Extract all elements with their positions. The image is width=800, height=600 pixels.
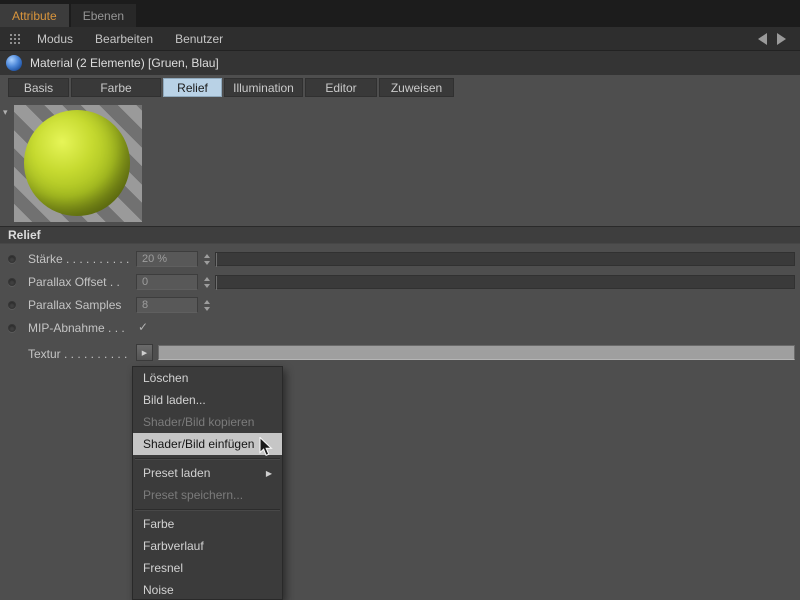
slider-fill: [216, 253, 217, 267]
row-textur: Textur . . . . . . . . . . ▶: [0, 343, 800, 365]
menu-item-farbe[interactable]: Farbe: [133, 513, 282, 535]
material-channel-tabs: Basis Farbe Relief Illumination Editor Z…: [0, 75, 800, 100]
history-back-icon[interactable]: [758, 32, 767, 45]
row-mip-abnahme: MIP-Abnahme . . . ✓: [0, 317, 800, 340]
tab-basis[interactable]: Basis: [8, 78, 69, 97]
tab-illumination[interactable]: Illumination: [224, 78, 303, 97]
step-up-icon[interactable]: [203, 276, 210, 281]
anim-toggle-icon[interactable]: [8, 301, 16, 309]
row-parallax-offset: Parallax Offset . . 0: [0, 271, 800, 294]
tab-editor[interactable]: Editor: [305, 78, 377, 97]
texture-context-menu: Löschen Bild laden... Shader/Bild kopier…: [132, 366, 283, 600]
material-preview[interactable]: [14, 105, 142, 222]
menu-item-bild-laden[interactable]: Bild laden...: [133, 389, 282, 411]
panel-grid-icon[interactable]: [10, 33, 12, 36]
menu-item-fresnel[interactable]: Fresnel: [133, 557, 282, 579]
step-down-icon[interactable]: [203, 260, 210, 265]
material-preview-sphere: [24, 110, 130, 216]
staerke-stepper[interactable]: [201, 251, 212, 267]
relief-section-title: Relief: [8, 228, 41, 242]
slider-fill: [216, 276, 217, 290]
row-parallax-samples: Parallax Samples 8: [0, 294, 800, 317]
row-staerke: Stärke . . . . . . . . . . 20 %: [0, 248, 800, 271]
anim-toggle-icon[interactable]: [8, 255, 16, 263]
tab-ebenen[interactable]: Ebenen: [70, 4, 137, 27]
step-down-icon[interactable]: [203, 283, 210, 288]
anim-toggle-icon[interactable]: [8, 324, 16, 332]
staerke-label: Stärke . . . . . . . . . .: [28, 252, 130, 266]
step-up-icon[interactable]: [203, 253, 210, 258]
menu-item-preset-laden[interactable]: Preset laden ▶: [133, 462, 282, 484]
tab-zuweisen[interactable]: Zuweisen: [379, 78, 454, 97]
menu-benutzer[interactable]: Benutzer: [164, 32, 234, 46]
textur-menu-button[interactable]: ▶: [136, 344, 153, 361]
menu-modus[interactable]: Modus: [26, 32, 84, 46]
parallax-offset-input[interactable]: 0: [136, 274, 198, 290]
anim-toggle-icon[interactable]: [8, 278, 16, 286]
parameter-list: Stärke . . . . . . . . . . 20 % Parallax…: [0, 248, 800, 340]
parallax-samples-input[interactable]: 8: [136, 297, 198, 313]
menu-item-loeschen[interactable]: Löschen: [133, 367, 282, 389]
staerke-input[interactable]: 20 %: [136, 251, 198, 267]
step-up-icon[interactable]: [203, 299, 210, 304]
top-tab-bar: Attribute Ebenen: [0, 0, 800, 27]
menu-separator: [133, 506, 282, 513]
menu-item-farbverlauf[interactable]: Farbverlauf: [133, 535, 282, 557]
history-nav: [758, 32, 800, 45]
parallax-offset-stepper[interactable]: [201, 274, 212, 290]
menu-item-label: Preset laden: [143, 466, 211, 480]
menu-bearbeiten[interactable]: Bearbeiten: [84, 32, 164, 46]
preview-disclosure-icon[interactable]: ▾: [3, 107, 8, 118]
step-down-icon[interactable]: [203, 306, 210, 311]
menu-item-preset-speichern: Preset speichern...: [143, 488, 244, 502]
material-sphere-icon: [6, 55, 22, 71]
mip-abnahme-checkbox[interactable]: ✓: [138, 320, 148, 334]
panel-title: Material (2 Elemente) [Gruen, Blau]: [30, 56, 219, 70]
title-bar: Material (2 Elemente) [Gruen, Blau]: [0, 50, 800, 75]
attribute-manager-panel: Attribute Ebenen Modus Bearbeiten Benutz…: [0, 0, 800, 600]
parallax-offset-slider[interactable]: [215, 275, 795, 290]
tab-attribute[interactable]: Attribute: [0, 4, 69, 27]
submenu-arrow-icon: ▶: [265, 468, 272, 478]
relief-section-header: Relief: [0, 226, 800, 244]
parallax-samples-label: Parallax Samples: [28, 298, 122, 312]
staerke-slider[interactable]: [215, 252, 795, 267]
tab-farbe[interactable]: Farbe: [71, 78, 161, 97]
textur-field[interactable]: [158, 345, 795, 360]
mip-abnahme-label: MIP-Abnahme . . .: [28, 321, 125, 335]
menu-item-shader-bild-kopieren: Shader/Bild kopieren: [143, 415, 255, 429]
parallax-samples-stepper[interactable]: [201, 297, 212, 313]
textur-label: Textur . . . . . . . . . .: [28, 347, 128, 361]
menu-bar: Modus Bearbeiten Benutzer: [0, 27, 800, 50]
history-forward-icon[interactable]: [777, 32, 786, 45]
mouse-cursor-icon: [259, 436, 273, 460]
tab-relief[interactable]: Relief: [163, 78, 222, 97]
menu-item-noise[interactable]: Noise: [133, 579, 282, 599]
parallax-offset-label: Parallax Offset . .: [28, 275, 120, 289]
